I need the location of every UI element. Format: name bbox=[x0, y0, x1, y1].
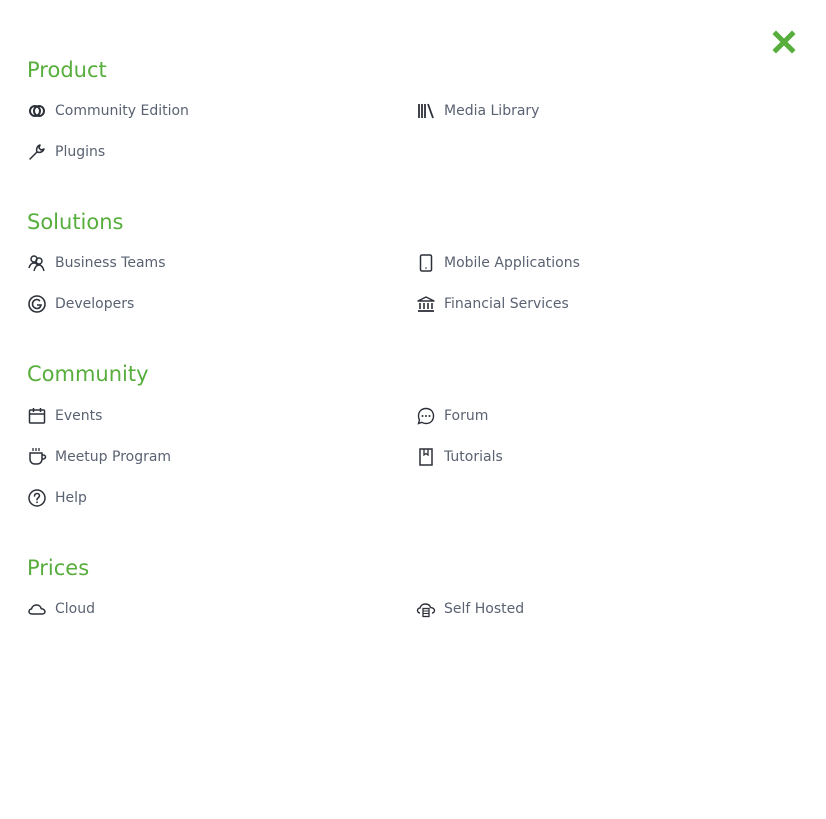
bookmark-icon bbox=[416, 447, 436, 467]
section-solutions: Solutions Business Teams Mobile Applicat… bbox=[27, 207, 807, 313]
close-button[interactable] bbox=[771, 29, 797, 55]
menu-item-meetup-program[interactable]: Meetup Program bbox=[27, 446, 171, 468]
section-community: Community Events Forum Meetup Program Tu… bbox=[27, 359, 807, 507]
menu-item-business-teams[interactable]: Business Teams bbox=[27, 252, 165, 274]
coffee-icon bbox=[27, 447, 47, 467]
menu-item-plugins[interactable]: Plugins bbox=[27, 141, 105, 163]
menu-item-label: Cloud bbox=[55, 601, 95, 617]
section-title: Product bbox=[27, 58, 107, 82]
close-icon bbox=[772, 30, 796, 54]
menu-item-events[interactable]: Events bbox=[27, 405, 102, 427]
menu-item-label: Mobile Applications bbox=[444, 255, 580, 271]
help-icon bbox=[27, 488, 47, 508]
menu-item-label: Forum bbox=[444, 408, 489, 424]
wrench-icon bbox=[27, 142, 47, 162]
menu-item-label: Developers bbox=[55, 296, 135, 312]
section-prices: Prices Cloud Self Hosted bbox=[27, 553, 807, 618]
section-title: Community bbox=[27, 362, 149, 386]
section-product: Product Community Edition Media Library … bbox=[27, 55, 807, 160]
overlap-circles-icon bbox=[27, 101, 47, 121]
menu-item-label: Community Edition bbox=[55, 103, 189, 119]
chat-icon bbox=[416, 406, 436, 426]
cloud-icon bbox=[27, 599, 47, 619]
bank-icon bbox=[416, 294, 436, 314]
menu-item-financial-services[interactable]: Financial Services bbox=[416, 293, 569, 315]
menu-item-label: Events bbox=[55, 408, 103, 424]
menu-item-label: Help bbox=[55, 490, 87, 506]
menu-item-label: Self Hosted bbox=[444, 601, 525, 617]
menu-item-developers[interactable]: Developers bbox=[27, 293, 134, 315]
section-title: Solutions bbox=[27, 210, 124, 234]
section-title: Prices bbox=[27, 556, 90, 580]
menu-item-label: Plugins bbox=[55, 144, 106, 160]
menu-item-label: Meetup Program bbox=[55, 449, 172, 465]
mobile-icon bbox=[416, 253, 436, 273]
menu-item-forum[interactable]: Forum bbox=[416, 405, 488, 427]
calendar-icon bbox=[27, 406, 47, 426]
menu-item-tutorials[interactable]: Tutorials bbox=[416, 446, 503, 468]
menu-item-label: Financial Services bbox=[444, 296, 569, 312]
menu-item-label: Media Library bbox=[444, 103, 540, 119]
menu-item-mobile-applications[interactable]: Mobile Applications bbox=[416, 252, 580, 274]
menu-item-community-edition[interactable]: Community Edition bbox=[27, 100, 189, 122]
server-cloud-icon bbox=[416, 599, 436, 619]
users-icon bbox=[27, 253, 47, 273]
menu-item-cloud[interactable]: Cloud bbox=[27, 598, 95, 620]
menu-item-label: Tutorials bbox=[444, 449, 503, 465]
menu-item-help[interactable]: Help bbox=[27, 487, 87, 509]
menu-item-label: Business Teams bbox=[55, 255, 166, 271]
menu-item-media-library[interactable]: Media Library bbox=[416, 100, 539, 122]
menu-item-self-hosted[interactable]: Self Hosted bbox=[416, 598, 524, 620]
code-circle-icon bbox=[27, 294, 47, 314]
library-icon bbox=[416, 101, 436, 121]
